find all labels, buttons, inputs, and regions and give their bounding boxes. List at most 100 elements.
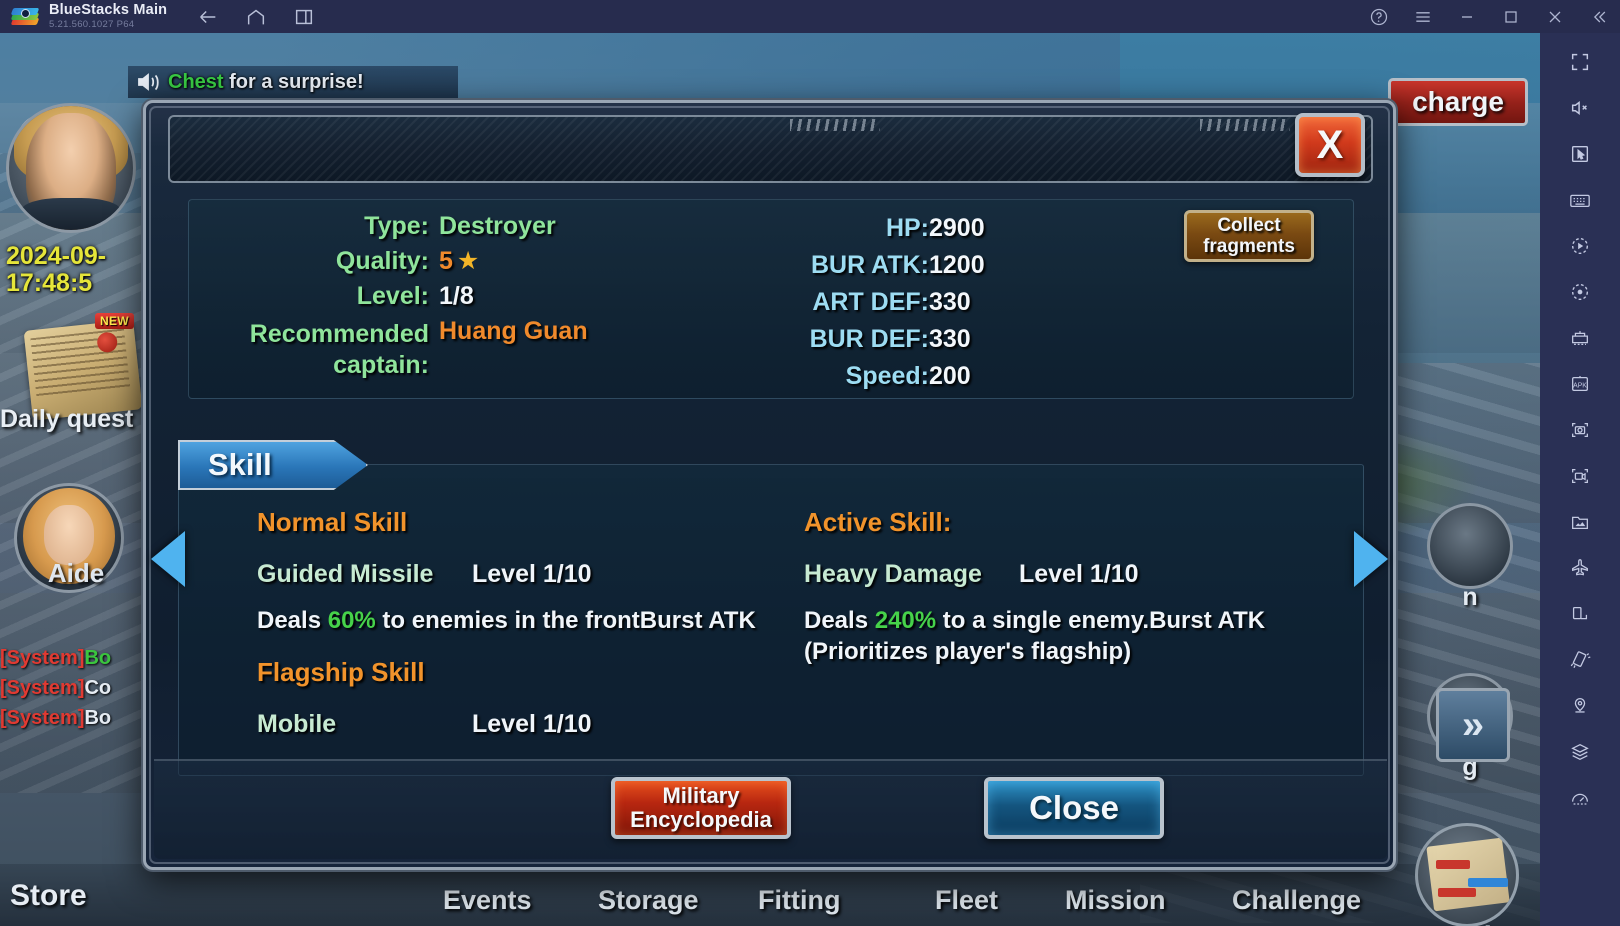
dialog-close-button[interactable]: X xyxy=(1295,113,1365,177)
layers-icon[interactable] xyxy=(1556,729,1604,775)
airplane-icon[interactable] xyxy=(1556,545,1604,591)
skill-desc-pre: Deals xyxy=(804,607,875,634)
skill-heading-active: Active Skill: xyxy=(804,507,952,537)
bottom-navigation: Events Storage Fitting Fleet Mission Cha… xyxy=(0,864,1540,926)
player-avatar[interactable] xyxy=(6,103,136,233)
stat-label: HP: xyxy=(885,214,929,242)
chat-text: Bo xyxy=(84,707,112,729)
ship-details-dialog: X Type: Destroyer Quality: 5 ★ Level: 1/… xyxy=(143,100,1396,870)
tab-skill[interactable]: Skill xyxy=(178,440,368,490)
stat-value: 330 xyxy=(929,288,971,316)
collect-fragments-line1: Collect xyxy=(1217,214,1281,236)
dialog-close-label: X xyxy=(1316,123,1344,167)
macro-record-icon[interactable] xyxy=(1556,269,1604,315)
stat-value: 1/8 xyxy=(439,282,474,310)
stat-row-quality: Quality: 5 ★ xyxy=(189,249,689,274)
skill-description: Deals 240% to a single enemy.Burst ATK (… xyxy=(804,606,1344,667)
menu-icon[interactable] xyxy=(1412,6,1434,28)
skill-level: Level 1/10 xyxy=(1019,560,1139,588)
nav-item-events[interactable]: Events xyxy=(443,885,532,916)
military-encyclopedia-button[interactable]: Military Encyclopedia xyxy=(611,777,791,839)
location-icon[interactable] xyxy=(1556,683,1604,729)
rotate-icon[interactable] xyxy=(1556,591,1604,637)
right-hud-item[interactable]: n xyxy=(1410,503,1530,612)
skill-desc-post: to enemies in the frontBurst ATK xyxy=(375,607,756,634)
stat-value: 2900 xyxy=(929,214,985,242)
titlebar-window-controls xyxy=(1368,0,1610,33)
stat-row-art-def: ART DEF: 330 xyxy=(729,288,1159,317)
dialog-header xyxy=(168,115,1373,183)
record-video-icon[interactable] xyxy=(1556,453,1604,499)
close-button[interactable]: Close xyxy=(984,777,1164,839)
skill-panel: Normal Skill Guided Missile Level 1/10 D… xyxy=(178,464,1364,776)
mute-icon[interactable] xyxy=(1556,85,1604,131)
stat-value: Destroyer xyxy=(439,212,556,240)
maximize-icon[interactable] xyxy=(1500,6,1522,28)
nav-item-mission[interactable]: Mission xyxy=(1065,885,1166,916)
skill-heading-normal: Normal Skill xyxy=(257,507,408,537)
screenshot-icon[interactable] xyxy=(1556,407,1604,453)
install-apk-icon[interactable]: APK xyxy=(1556,361,1604,407)
skill-name: Guided Missile xyxy=(257,560,434,588)
close-icon[interactable] xyxy=(1544,6,1566,28)
avatar xyxy=(6,103,136,233)
skill-desc-percent: 240% xyxy=(874,607,937,634)
collapse-icon[interactable] xyxy=(1588,6,1610,28)
skill-name: Mobile xyxy=(257,709,337,738)
nav-item-fleet[interactable]: Fleet xyxy=(935,885,998,916)
minimize-icon[interactable] xyxy=(1456,6,1478,28)
skill-column-left: Normal Skill Guided Missile Level 1/10 D… xyxy=(257,507,797,756)
home-icon[interactable] xyxy=(245,6,267,28)
skill-column-right: Active Skill: Heavy Damage Level 1/10 De… xyxy=(804,507,1344,687)
store-label[interactable]: Store xyxy=(10,879,87,913)
skill-desc-pre: Deals xyxy=(257,607,328,634)
collect-fragments-line2: fragments xyxy=(1203,236,1295,257)
nav-item-storage[interactable]: Storage xyxy=(598,885,699,916)
stat-label: Type: xyxy=(364,212,429,240)
stat-value: 5 xyxy=(439,247,453,275)
collect-fragments-button[interactable]: Collect fragments xyxy=(1184,210,1314,262)
macro-play-icon[interactable] xyxy=(1556,223,1604,269)
shake-icon[interactable] xyxy=(1556,637,1604,683)
stat-label: Quality: xyxy=(335,247,429,275)
window-title: BlueStacks Main xyxy=(49,2,168,19)
stat-label: Speed: xyxy=(845,362,929,390)
keyboard-icon[interactable] xyxy=(1556,177,1604,223)
server-clock-line: 17:48:5 xyxy=(6,269,93,297)
media-manager-icon[interactable] xyxy=(1556,499,1604,545)
multi-instance-icon[interactable] xyxy=(1556,315,1604,361)
recharge-button[interactable]: charge xyxy=(1388,78,1528,126)
multi-window-icon[interactable] xyxy=(293,6,315,28)
back-icon[interactable] xyxy=(197,6,219,28)
meter-icon[interactable] xyxy=(1556,775,1604,821)
announcement-highlight: Chest xyxy=(168,70,224,93)
game-viewport: Chest for a surprise! 8 2024-09- 17:48:5… xyxy=(0,33,1540,926)
nav-item-fitting[interactable]: Fitting xyxy=(758,885,840,916)
help-icon[interactable] xyxy=(1368,6,1390,28)
announcement-banner[interactable]: Chest for a surprise! xyxy=(128,66,458,98)
chat-prefix: [System] xyxy=(0,677,85,699)
stat-label: BUR DEF: xyxy=(809,325,929,353)
stat-row-hp: HP: 2900 xyxy=(729,214,1159,243)
server-date-line: 2024-09- xyxy=(6,242,107,270)
fullscreen-icon[interactable] xyxy=(1556,39,1604,85)
announcement-text: Chest for a surprise! xyxy=(168,71,364,94)
stats-left-column: Type: Destroyer Quality: 5 ★ Level: 1/8 … xyxy=(189,214,689,392)
skill-desc-percent: 60% xyxy=(327,607,376,634)
chat-text: Co xyxy=(84,677,112,699)
stat-value: Huang Guan xyxy=(439,317,588,345)
stat-label: BUR ATK: xyxy=(810,251,929,279)
bluestacks-logo-icon xyxy=(10,6,40,28)
vent-decor-icon xyxy=(790,119,880,131)
fast-forward-icon[interactable]: » xyxy=(1436,688,1510,762)
svg-text:APK: APK xyxy=(1573,383,1587,390)
encyclopedia-line1: Military xyxy=(662,782,740,808)
vent-decor-icon xyxy=(1200,119,1290,131)
battle-button[interactable]: Battle xyxy=(1402,823,1532,926)
cursor-icon[interactable] xyxy=(1556,131,1604,177)
prev-page-arrow-icon[interactable] xyxy=(151,531,185,587)
nav-item-challenge[interactable]: Challenge xyxy=(1232,885,1361,916)
stat-value: 1200 xyxy=(929,251,985,279)
stat-row-type: Type: Destroyer xyxy=(189,214,689,239)
next-page-arrow-icon[interactable] xyxy=(1354,531,1388,587)
